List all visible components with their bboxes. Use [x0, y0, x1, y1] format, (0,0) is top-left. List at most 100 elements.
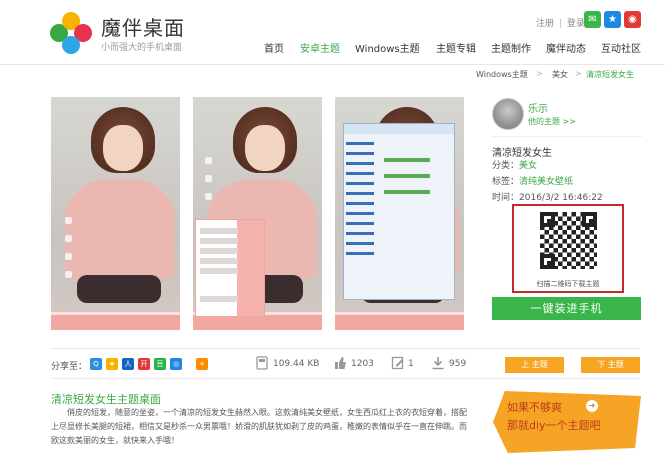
breadcrumb-current: 清凉短发女生 — [586, 70, 634, 79]
author-avatar[interactable] — [492, 98, 524, 130]
category-link[interactable]: 美女 — [519, 161, 537, 171]
taskbar — [335, 315, 464, 330]
photo-face — [103, 125, 143, 171]
plus-icon[interactable]: + — [196, 358, 208, 370]
account-links: 注册 | 登录 — [536, 16, 585, 29]
meta-divider-top — [51, 348, 640, 349]
nav-android-themes[interactable]: 安卓主题 — [300, 40, 340, 56]
nav-theme-albums[interactable]: 主题专辑 — [436, 40, 476, 56]
next-theme-button[interactable]: 下 主题 — [581, 357, 640, 373]
app-icon — [65, 253, 72, 260]
window-list-line — [346, 212, 374, 215]
tags-row: 标签：清纯美女壁纸 — [492, 174, 573, 187]
window-list-line — [346, 252, 374, 255]
theme-screenshot-1[interactable] — [51, 97, 180, 330]
window-list-line — [346, 182, 374, 185]
file-size: 109.44 KB — [273, 359, 320, 369]
description-text: 俏皮的短发，随意的坐姿，一个清凉的短发女生赫然入眼。这款清纯美女壁纸，女生西瓜红… — [51, 408, 467, 445]
login-link[interactable]: 登录 — [567, 19, 585, 29]
window-list-line — [346, 192, 374, 195]
app-icon — [205, 193, 212, 200]
category-row: 分类：美女 — [492, 158, 537, 171]
breadcrumb-category[interactable]: 美女 — [552, 69, 568, 80]
photo-body — [65, 179, 175, 279]
menu-row — [200, 248, 238, 254]
comment-icon[interactable] — [391, 356, 405, 370]
qr-caption: 扫描二维码下载主题 — [536, 280, 600, 288]
download-count: 959 — [449, 359, 467, 369]
tencent-weibo-icon[interactable]: ◎ — [170, 358, 182, 370]
brand-name[interactable]: 魔伴桌面 — [101, 12, 185, 41]
nav-theme-create[interactable]: 主题制作 — [491, 40, 531, 56]
share-label: 分享至： — [51, 362, 88, 372]
tag-link[interactable]: 清纯美女壁纸 — [519, 177, 573, 187]
weibo-icon[interactable]: ◉ — [624, 11, 641, 28]
window-list-line — [346, 232, 374, 235]
app-icon — [65, 217, 72, 224]
arrow-right-icon: ➜ — [586, 400, 598, 412]
sidebar-divider — [492, 136, 642, 137]
like-icon[interactable] — [333, 356, 347, 370]
wechat-icon[interactable]: ✉ — [584, 11, 601, 28]
category-label: 分类： — [492, 161, 520, 171]
menu-row — [200, 258, 238, 264]
qzone-icon[interactable]: ★ — [604, 11, 621, 28]
link-separator: | — [558, 19, 562, 29]
menu-row — [200, 268, 238, 274]
disk-usage-bar — [384, 174, 430, 178]
register-link[interactable]: 注册 — [536, 19, 554, 29]
nav-community[interactable]: 互动社区 — [601, 40, 641, 56]
their-themes-link[interactable]: 他的主题 >> — [528, 116, 576, 127]
time-value: 2016/3/2 16:46:22 — [519, 193, 603, 203]
nav-news[interactable]: 魔伴动态 — [546, 40, 586, 56]
nav-windows-themes[interactable]: Windows主题 — [355, 40, 420, 56]
app-icon — [205, 175, 212, 182]
window-list-line — [346, 172, 374, 175]
qzone-icon[interactable]: ★ — [106, 358, 118, 370]
author-name[interactable]: 乐示 — [528, 100, 548, 115]
renren-icon[interactable]: 人 — [122, 358, 134, 370]
window-list-line — [346, 142, 374, 145]
start-menu-preview — [195, 219, 265, 317]
site-logo[interactable] — [50, 12, 92, 54]
time-label: 时间： — [492, 193, 520, 203]
qr-finder — [582, 212, 597, 227]
app-icon — [65, 271, 72, 278]
taskbar — [51, 315, 180, 330]
tags-label: 标签： — [492, 177, 520, 187]
download-icon[interactable] — [431, 356, 445, 370]
promo-line-2: 那就diy一个主题吧 — [507, 419, 601, 432]
window-list-line — [346, 202, 374, 205]
photo-skirt — [77, 275, 161, 303]
douban-icon[interactable]: 豆 — [154, 358, 166, 370]
breadcrumb-windows[interactable]: Windows主题 — [476, 69, 528, 80]
file-size-icon — [256, 356, 268, 370]
logo-petal-blue — [62, 36, 80, 54]
promo-line-1: 如果不够爽 — [507, 401, 562, 414]
theme-title: 清凉短发女生 — [492, 148, 552, 159]
qr-finder — [540, 212, 555, 227]
install-to-phone-button[interactable]: 一键装进手机 — [492, 297, 641, 320]
time-row: 时间：2016/3/2 16:46:22 — [492, 190, 603, 203]
app-icon — [205, 157, 212, 164]
prev-theme-button[interactable]: 上 主题 — [505, 357, 564, 373]
breadcrumb-separator: > — [536, 69, 543, 78]
disk-usage-bar — [384, 158, 430, 162]
kaixin-icon[interactable]: 开 — [138, 358, 150, 370]
qq-icon[interactable]: Q — [90, 358, 102, 370]
header-divider — [0, 64, 665, 65]
description-title: 清凉短发女生主题桌面 — [51, 393, 161, 406]
start-menu-side — [237, 220, 264, 316]
photo-face — [245, 125, 285, 171]
site-header: 魔伴桌面 小而强大的手机桌面 注册 | 登录 ✉ ★ ◉ 首页 安卓主题 Win… — [0, 0, 665, 64]
meta-divider-bottom — [51, 378, 640, 379]
nav-home[interactable]: 首页 — [264, 40, 284, 56]
menu-row — [200, 296, 238, 302]
disk-usage-bar — [384, 190, 430, 194]
window-list-line — [346, 152, 374, 155]
like-count: 1203 — [351, 359, 374, 369]
diy-promo-banner[interactable]: 如果不够爽 ➜ 那就diy一个主题吧 — [493, 391, 641, 453]
window-list-line — [346, 162, 374, 165]
window-list-line — [346, 242, 374, 245]
taskbar — [193, 315, 322, 330]
